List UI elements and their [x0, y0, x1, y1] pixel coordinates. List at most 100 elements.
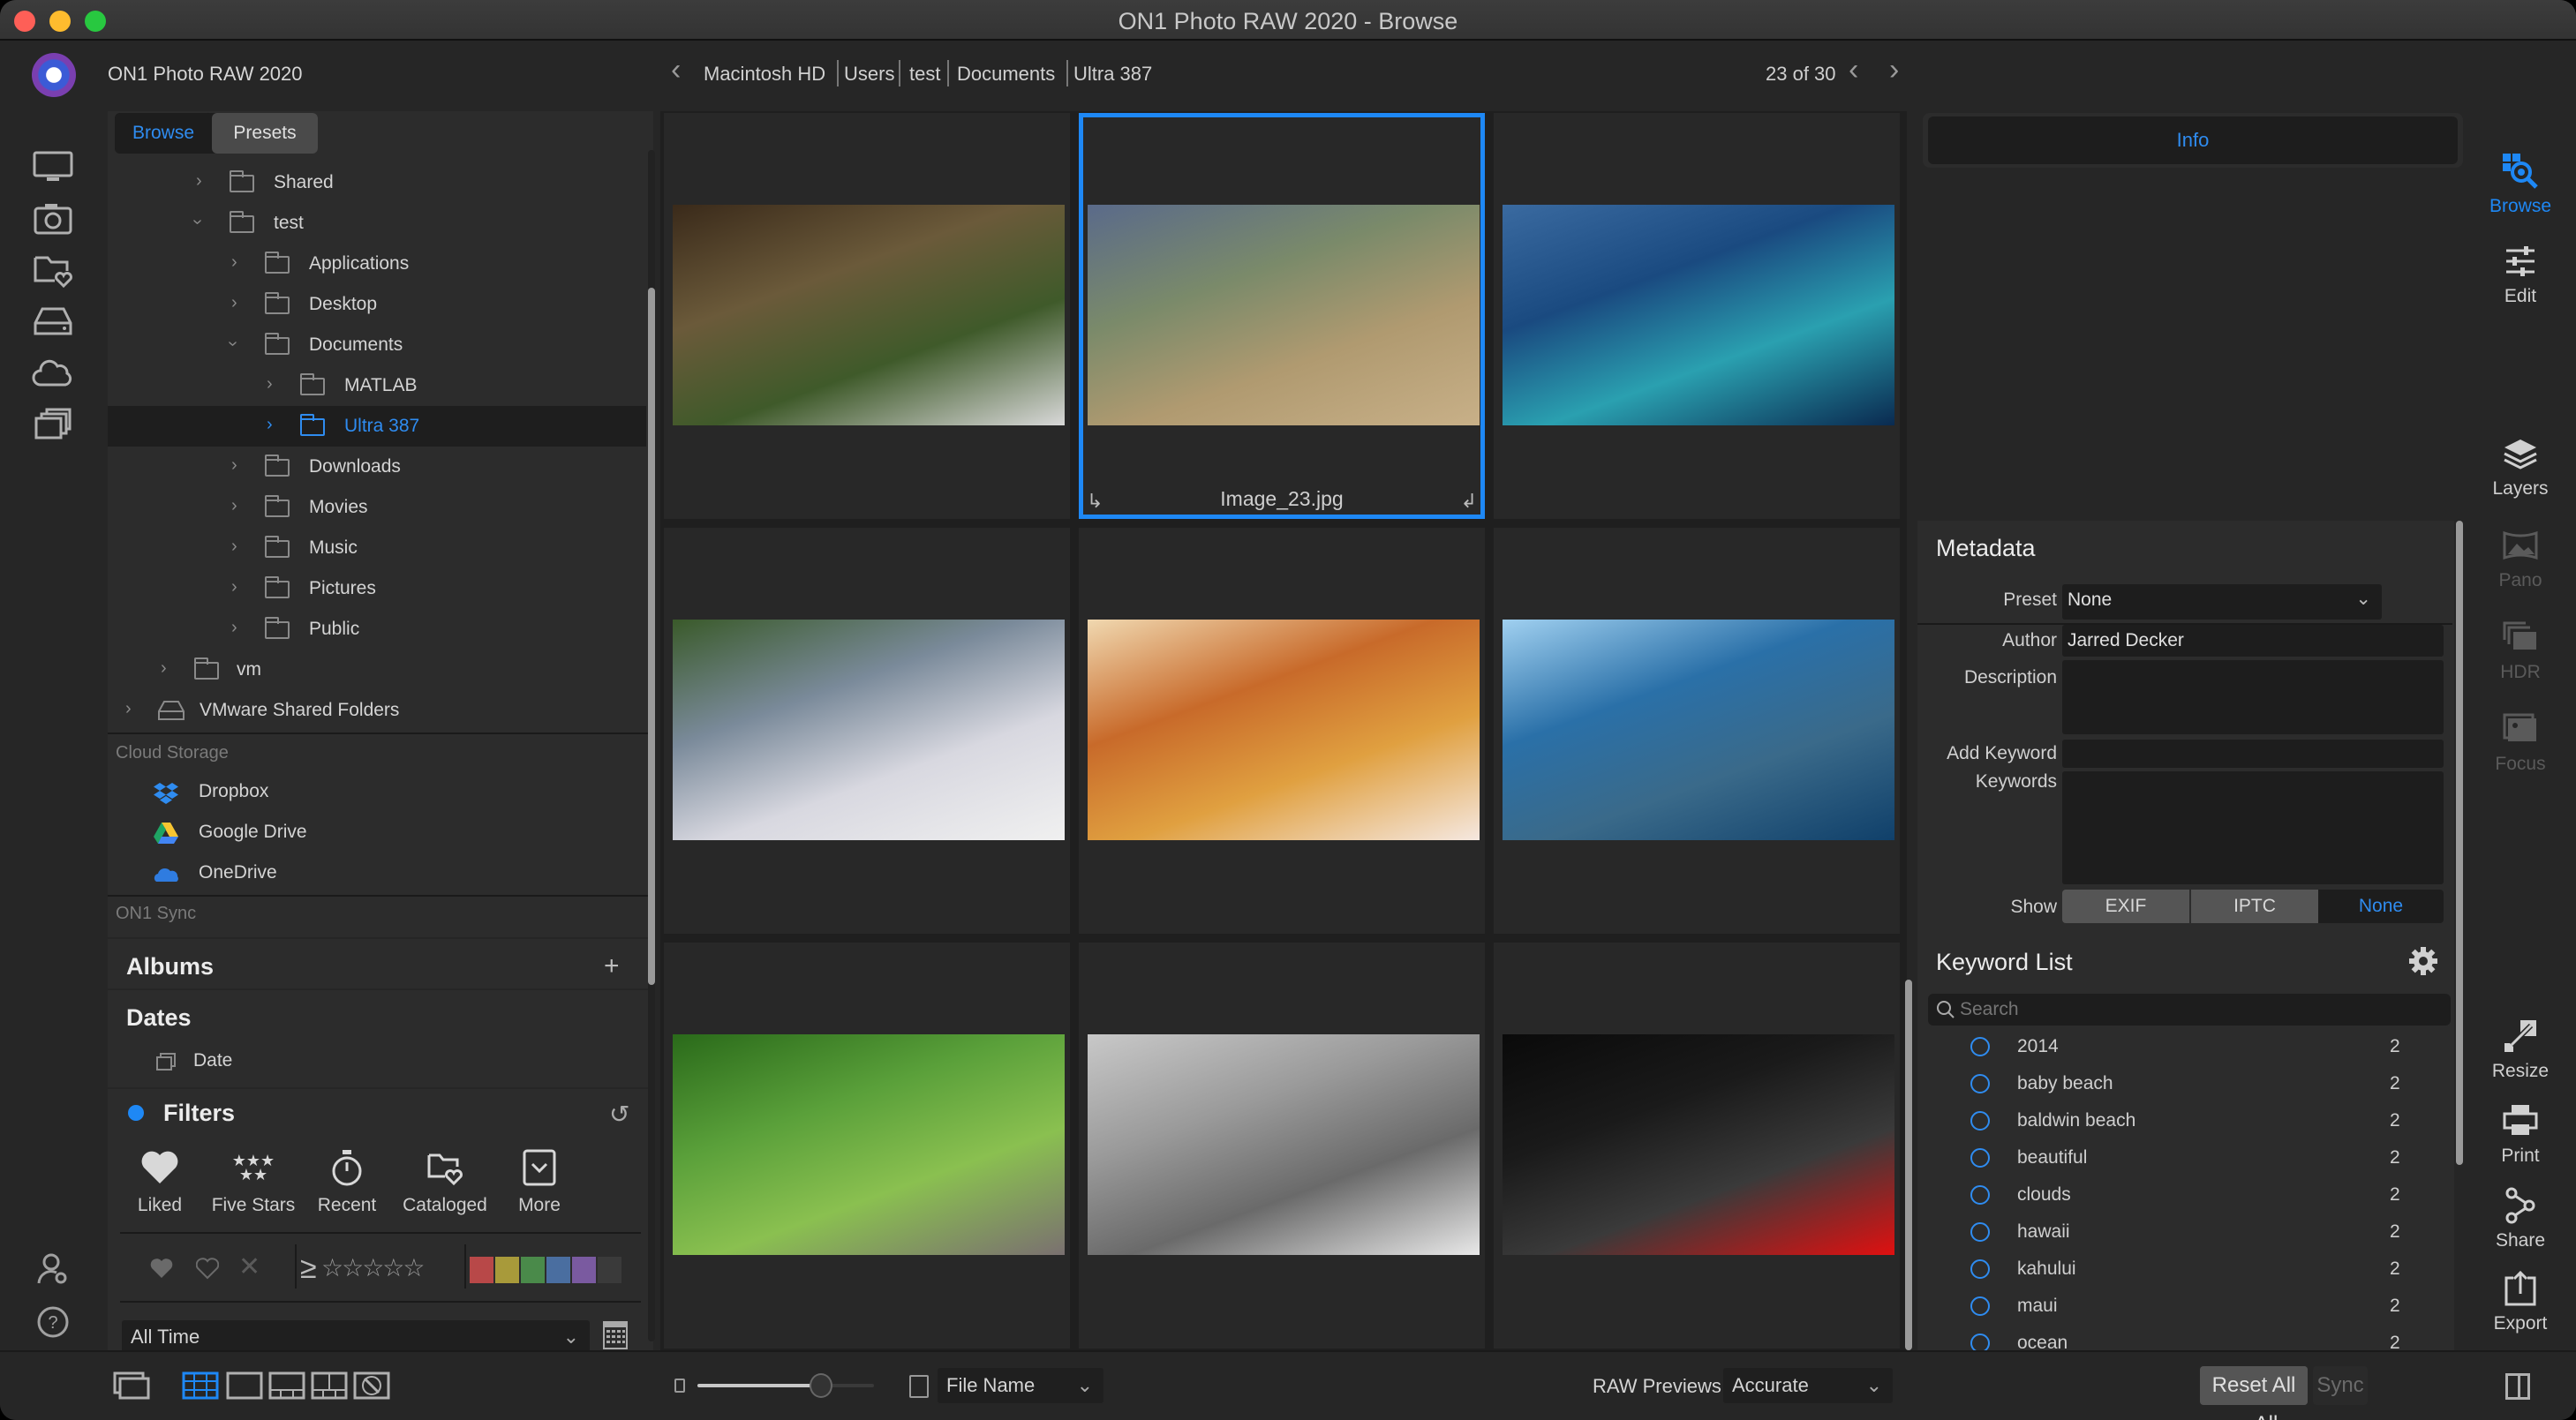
compare-view-icon[interactable] — [311, 1371, 348, 1404]
chevron-right-icon[interactable]: › — [196, 171, 202, 192]
single-view-icon[interactable] — [226, 1371, 263, 1404]
thumbnail-cell[interactable] — [1079, 943, 1485, 1349]
chevron-down-icon[interactable]: › — [222, 341, 243, 347]
date-item[interactable]: Date — [193, 1050, 232, 1071]
time-range-select[interactable]: All Time ⌄ — [122, 1320, 590, 1354]
tree-item-applications[interactable]: › Applications — [108, 244, 646, 284]
cloud-item-google-drive[interactable]: Google Drive — [108, 813, 646, 853]
filter-liked-button[interactable]: Liked — [111, 1146, 208, 1216]
color-label-swatch[interactable] — [521, 1257, 545, 1283]
cloud-item-dropbox[interactable]: Dropbox — [108, 772, 646, 813]
stacked-photos-icon[interactable] — [32, 406, 74, 441]
chevron-right-icon[interactable]: › — [231, 537, 237, 557]
color-label-swatch[interactable] — [495, 1257, 519, 1283]
favorite-folder-icon[interactable] — [32, 252, 74, 289]
tree-item-matlab[interactable]: › MATLAB — [108, 365, 646, 406]
filmstrip-toggle-icon[interactable] — [113, 1371, 150, 1404]
show-none-button[interactable]: None — [2318, 890, 2444, 923]
description-field[interactable] — [2062, 660, 2444, 734]
photo-thumbnail[interactable] — [1088, 205, 1480, 425]
keyword-checkbox[interactable] — [1970, 1111, 1990, 1131]
keyword-row[interactable]: clouds 2 — [1917, 1177, 2447, 1214]
author-field[interactable] — [2062, 625, 2444, 657]
thumbnail-cell[interactable] — [1494, 528, 1900, 934]
photo-thumbnail[interactable] — [1088, 1034, 1480, 1255]
preset-select[interactable]: None ⌄ — [2062, 584, 2382, 620]
left-panel-scrollbar[interactable] — [648, 288, 655, 985]
tool-print[interactable]: Print — [2472, 1100, 2569, 1167]
keyword-checkbox[interactable] — [1970, 1222, 1990, 1242]
keyword-checkbox[interactable] — [1970, 1185, 1990, 1205]
tab-info[interactable]: Info — [1928, 116, 2458, 164]
color-label-swatch[interactable] — [598, 1257, 621, 1283]
photo-thumbnail[interactable] — [1503, 1034, 1894, 1255]
add-album-icon[interactable]: + — [604, 951, 620, 981]
tree-item-movies[interactable]: › Movies — [108, 487, 646, 528]
rating-comparator[interactable]: ≥ — [300, 1251, 317, 1286]
tree-item-shared[interactable]: › Shared — [108, 162, 646, 203]
chevron-right-icon[interactable]: › — [231, 577, 237, 597]
photo-thumbnail[interactable] — [673, 1034, 1065, 1255]
albums-heading[interactable]: Albums — [126, 953, 214, 980]
photo-thumbnail[interactable] — [673, 620, 1065, 840]
breadcrumb-item[interactable]: test — [909, 63, 940, 86]
cloud-icon[interactable] — [32, 355, 74, 390]
filter-recent-button[interactable]: Recent — [298, 1146, 395, 1216]
tool-focus[interactable]: Focus — [2472, 708, 2569, 775]
keyword-checkbox[interactable] — [1970, 1259, 1990, 1279]
chevron-right-icon[interactable]: › — [161, 658, 167, 679]
photo-thumbnail[interactable] — [1503, 620, 1894, 840]
right-panel-scrollbar[interactable] — [2456, 521, 2463, 1165]
color-label-swatch[interactable] — [572, 1257, 596, 1283]
right-panel-toggle-icon[interactable] — [2505, 1373, 2530, 1400]
tree-item-desktop[interactable]: › Desktop — [108, 284, 646, 325]
filmstrip-view-icon[interactable] — [268, 1371, 305, 1404]
grid-view-icon[interactable] — [182, 1371, 219, 1404]
tree-item-public[interactable]: › Public — [108, 609, 646, 650]
filter-cataloged-button[interactable]: Cataloged — [392, 1146, 498, 1216]
filters-enabled-indicator[interactable] — [128, 1105, 144, 1121]
drive-icon[interactable] — [32, 304, 74, 339]
rotate-right-icon[interactable]: ↲ — [1461, 490, 1477, 513]
gear-icon[interactable] — [2408, 946, 2438, 980]
filter-five-stars-button[interactable]: ★★★ ★★ Five Stars — [205, 1146, 302, 1216]
photo-thumbnail[interactable] — [1088, 620, 1480, 840]
chevron-right-icon[interactable]: › — [231, 618, 237, 638]
previous-image-button[interactable]: ‹ — [1849, 53, 1858, 87]
tree-item-vm[interactable]: › vm — [108, 650, 646, 690]
tool-share[interactable]: Share — [2472, 1184, 2569, 1251]
color-label-swatch[interactable] — [470, 1257, 493, 1283]
keyword-row[interactable]: 2014 2 — [1917, 1029, 2447, 1066]
tree-item-documents[interactable]: › Documents — [108, 325, 646, 365]
show-exif-button[interactable]: EXIF — [2062, 890, 2189, 923]
next-image-button[interactable]: › — [1889, 53, 1899, 87]
tree-item-test[interactable]: › test — [108, 203, 646, 244]
star-rating-filter[interactable]: ☆☆☆☆☆ — [321, 1253, 426, 1282]
keywords-field[interactable] — [2062, 771, 2444, 884]
thumbnail-cell[interactable] — [664, 528, 1070, 934]
keyword-checkbox[interactable] — [1970, 1296, 1990, 1316]
photo-thumbnail[interactable] — [673, 205, 1065, 425]
filter-more-button[interactable]: More — [491, 1146, 588, 1216]
map-view-icon[interactable] — [353, 1371, 390, 1404]
chevron-right-icon[interactable]: › — [231, 496, 237, 516]
chevron-right-icon[interactable]: › — [267, 415, 273, 435]
tree-item-vmware-shared-folders[interactable]: › VMware Shared Folders — [108, 690, 646, 731]
sync-button[interactable]: Sync — [2313, 1366, 2368, 1405]
tab-browse[interactable]: Browse — [115, 113, 212, 154]
thumbnail-cell[interactable]: Image_23.jpg ↳ ↲ — [1079, 113, 1485, 519]
keyword-row[interactable]: baby beach 2 — [1917, 1066, 2447, 1103]
tree-item-pictures[interactable]: › Pictures — [108, 568, 646, 609]
thumb-size-slider[interactable] — [697, 1373, 874, 1398]
tree-item-music[interactable]: › Music — [108, 528, 646, 568]
tab-presets[interactable]: Presets — [212, 113, 318, 154]
keyword-search-input[interactable] — [1960, 994, 2437, 1026]
keyword-checkbox[interactable] — [1970, 1074, 1990, 1093]
account-icon[interactable] — [32, 1251, 74, 1287]
chevron-right-icon[interactable]: › — [267, 374, 273, 394]
thumbnail-cell[interactable] — [1494, 113, 1900, 519]
photo-thumbnail[interactable] — [1503, 205, 1894, 425]
chevron-right-icon[interactable]: › — [231, 293, 237, 313]
chevron-down-icon[interactable]: › — [187, 219, 207, 225]
color-label-swatch[interactable] — [546, 1257, 570, 1283]
